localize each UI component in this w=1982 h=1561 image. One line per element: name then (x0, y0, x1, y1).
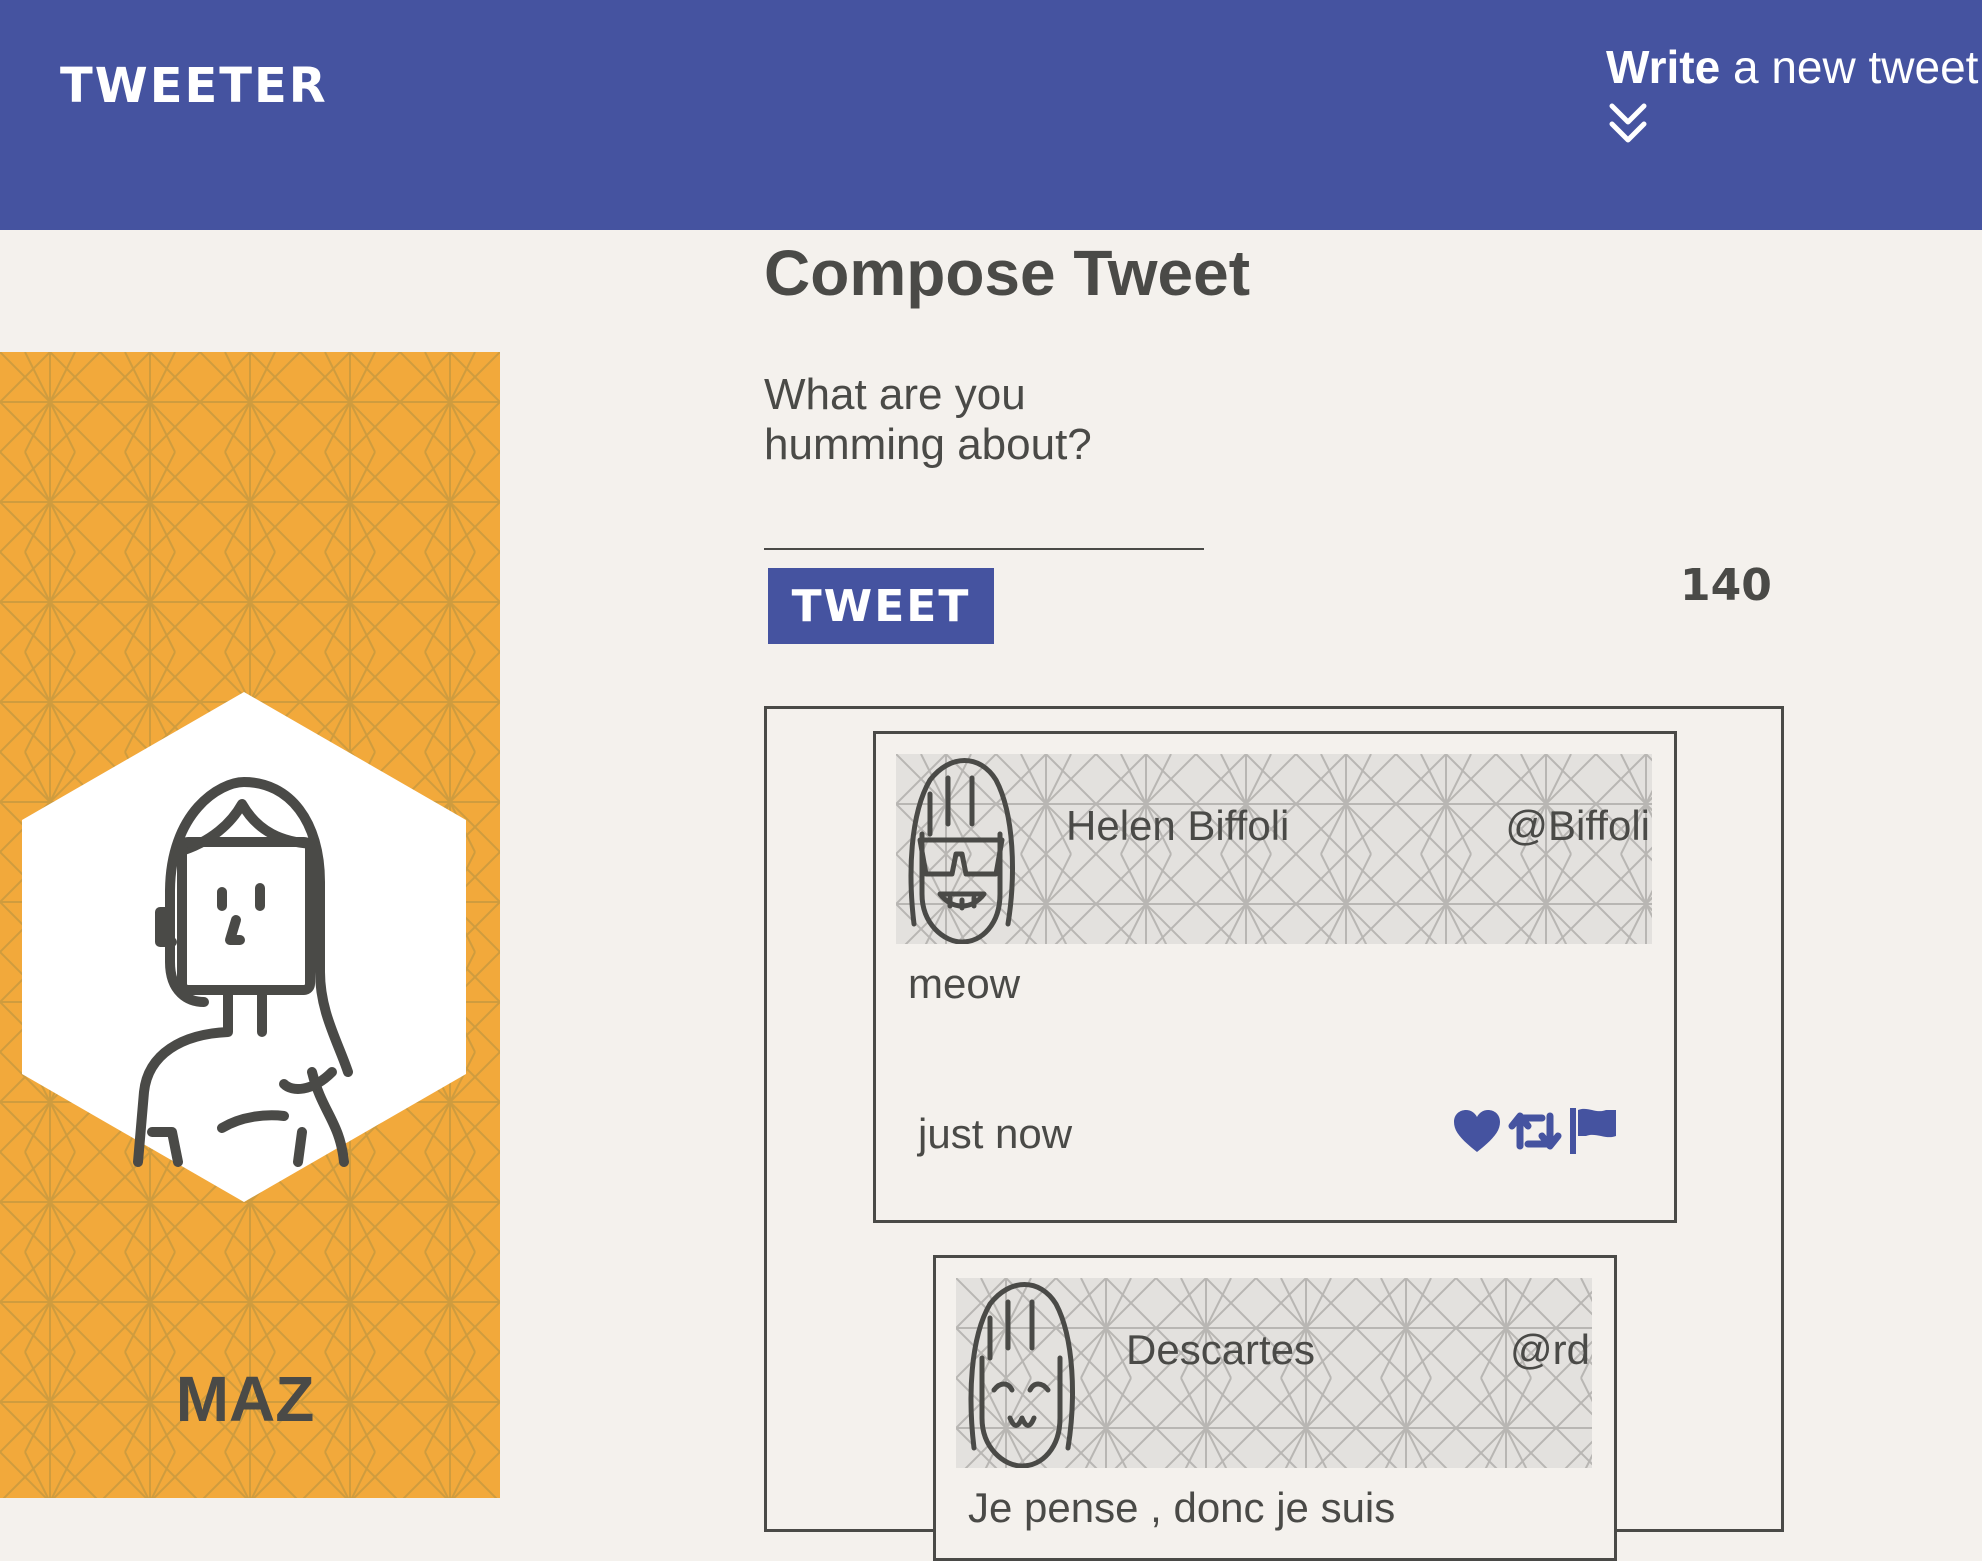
top-nav: TWEETER Write a new tweet (0, 0, 1982, 230)
user-avatar (968, 1282, 1075, 1468)
tweet-author-name: Helen Biffoli (1066, 802, 1290, 849)
write-label-bold: Write (1606, 41, 1721, 93)
compose-tweet-input[interactable] (764, 370, 1204, 550)
tweet-actions (1452, 1106, 1618, 1161)
write-label-rest: a new tweet (1720, 41, 1979, 93)
tweet-header: Descartes @rd (956, 1278, 1592, 1468)
heart-icon[interactable] (1452, 1108, 1502, 1159)
compose-title: Compose Tweet (764, 237, 1250, 309)
tweets-container[interactable]: Helen Biffoli @Biffoli meow just now Des… (764, 706, 1784, 1561)
user-avatar (908, 758, 1015, 944)
tweet-text: meow (908, 960, 1021, 1007)
tweet-author-name: Descartes (1126, 1326, 1316, 1373)
flag-icon[interactable] (1568, 1106, 1618, 1161)
profile-name: MAZ (175, 1363, 315, 1435)
retweet-icon[interactable] (1508, 1108, 1562, 1159)
tweet-header: Helen Biffoli @Biffoli (896, 754, 1652, 944)
character-counter: 140 (1680, 560, 1772, 611)
tweet-card: Descartes @rd Je pense , donc je suis (933, 1255, 1617, 1561)
tweet-submit-button[interactable]: TWEET (768, 568, 994, 644)
tweet-author-handle: @Biffoli (1505, 802, 1650, 849)
write-new-tweet-toggle[interactable]: Write a new tweet (1606, 40, 1978, 146)
chevron-double-down-icon[interactable] (1608, 102, 1648, 146)
tweet-author-handle: @rd (1510, 1326, 1590, 1373)
write-new-tweet-label[interactable]: Write a new tweet (1606, 40, 1978, 94)
profile-panel: MAZ (0, 352, 500, 1498)
profile-avatar (22, 692, 466, 1202)
brand-logo[interactable]: TWEETER (60, 58, 328, 114)
tweet-timestamp: just now (918, 1110, 1073, 1157)
tweet-card: Helen Biffoli @Biffoli meow just now (873, 731, 1677, 1223)
tweet-text: Je pense , donc je suis (968, 1484, 1396, 1531)
